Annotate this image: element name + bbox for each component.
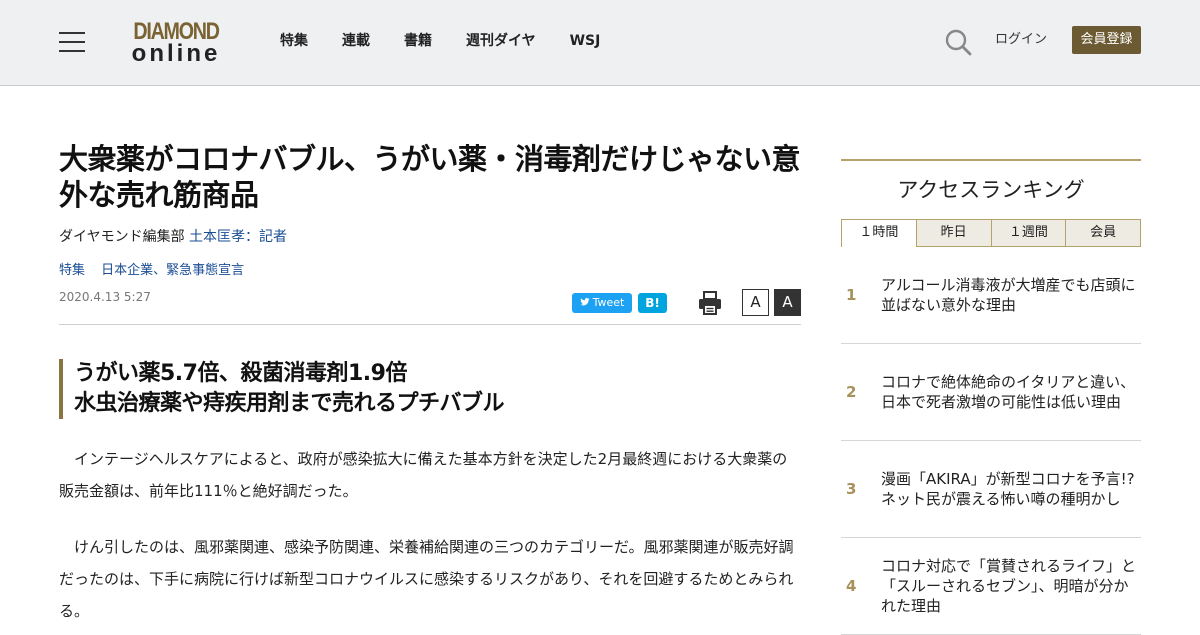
ranking-top-rule — [841, 159, 1141, 161]
menu-bar — [59, 50, 85, 52]
ranking-title: アクセスランキング — [897, 178, 1085, 202]
login-link[interactable]: ログイン — [995, 31, 1047, 49]
byline-org: ダイヤモンド編集部 — [59, 229, 185, 245]
nav-item-wsj[interactable]: WSJ — [570, 31, 601, 51]
logo-diamond: DIAMOND — [133, 18, 220, 45]
font-size-large-button[interactable]: A — [774, 289, 801, 316]
nav-item-tokushu[interactable]: 特集 — [280, 31, 308, 51]
article-paragraph: けん引したのは、風邪薬関連、感染予防関連、栄養補給関連の三つのカテゴリーだ。風邪… — [59, 538, 794, 620]
ranking-number: 4 — [846, 577, 857, 595]
main-nav: 特集 連載 書籍 週刊ダイヤ WSJ — [280, 31, 634, 51]
site-header: DIAMOND online 特集 連載 書籍 週刊ダイヤ WSJ ログイン 会… — [0, 0, 1200, 86]
article-tags: 特集 日本企業、緊急事態宣言 — [59, 262, 244, 280]
tab-1-week[interactable]: １週間 — [991, 219, 1067, 247]
ranking-item[interactable]: 1 アルコール消毒液が大増産でも店頭に並ばない意外な理由 — [841, 247, 1141, 344]
nav-item-shoseki[interactable]: 書籍 — [404, 31, 432, 51]
byline: ダイヤモンド編集部 土本匡孝：記者 — [59, 227, 287, 247]
ranking-item[interactable]: 2 コロナで絶体絶命のイタリアと違い、日本で死者激増の可能性は低い理由 — [841, 344, 1141, 441]
hamburger-menu-icon[interactable] — [59, 31, 85, 53]
publish-date: 2020.4.13 5:27 — [59, 290, 151, 304]
tweet-button[interactable]: Tweet — [572, 293, 632, 313]
ranking-item[interactable]: 3 漫画「AKIRA」が新型コロナを予言!?ネット民が震える怖い噂の種明かし — [841, 441, 1141, 538]
menu-bar — [59, 41, 85, 43]
register-button[interactable]: 会員登録 — [1072, 26, 1141, 54]
tab-1-hour[interactable]: １時間 — [841, 219, 917, 247]
ranking-headline: コロナ対応で「賞賛されるライフ」と「スルーされるセブン」、明暗が分かれた理由 — [881, 557, 1137, 615]
search-icon[interactable] — [944, 28, 972, 56]
ranking-number: 3 — [846, 480, 857, 498]
hatena-bookmark-button[interactable]: B! — [638, 293, 667, 313]
tag-link[interactable]: 特集 — [59, 263, 85, 278]
ranking-headline: アルコール消毒液が大増産でも店頭に並ばない意外な理由 — [881, 276, 1136, 314]
nav-item-rensai[interactable]: 連載 — [342, 31, 370, 51]
divider — [59, 324, 801, 325]
ranking-tabs: １時間 昨日 １週間 会員 — [841, 219, 1141, 247]
article-subhead: うがい薬5.7倍、殺菌消毒剤1.9倍 水虫治療薬や痔疾用剤まで売れるプチバブル — [59, 359, 801, 419]
ranking-number: 2 — [846, 383, 857, 401]
byline-author-link[interactable]: 土本匡孝：記者 — [189, 229, 287, 245]
ranking-headline: 漫画「AKIRA」が新型コロナを予言!?ネット民が震える怖い噂の種明かし — [881, 470, 1135, 508]
tag-link[interactable]: 日本企業、緊急事態宣言 — [101, 263, 244, 278]
ranking-number: 1 — [846, 286, 857, 304]
twitter-bird-icon — [580, 298, 590, 306]
nav-item-weekly-diamond[interactable]: 週刊ダイヤ — [466, 31, 536, 51]
article-paragraph: インテージヘルスケアによると、政府が感染拡大に備えた基本方針を決定した2月最終週… — [59, 450, 788, 500]
subhead-line-2: 水虫治療薬や痔疾用剤まで売れるプチバブル — [74, 391, 505, 416]
article-title: 大衆薬がコロナバブル、うがい薬・消毒剤だけじゃない意外な売れ筋商品 — [59, 142, 801, 212]
subhead-line-1: うがい薬5.7倍、殺菌消毒剤1.9倍 — [74, 361, 407, 386]
tweet-label: Tweet — [592, 296, 625, 309]
logo-online: online — [131, 40, 221, 67]
printer-icon[interactable] — [698, 290, 722, 316]
tab-yesterday[interactable]: 昨日 — [916, 219, 992, 247]
tab-members[interactable]: 会員 — [1066, 219, 1141, 247]
ranking-item[interactable]: 4 コロナ対応で「賞賛されるライフ」と「スルーされるセブン」、明暗が分かれた理由 — [841, 538, 1141, 635]
ranking-headline: コロナで絶体絶命のイタリアと違い、日本で死者激増の可能性は低い理由 — [881, 373, 1136, 411]
menu-bar — [59, 32, 85, 34]
font-size-small-button[interactable]: A — [742, 289, 769, 316]
ranking-list: 1 アルコール消毒液が大増産でも店頭に並ばない意外な理由 2 コロナで絶体絶命の… — [841, 247, 1141, 635]
site-logo[interactable]: DIAMOND online — [124, 20, 228, 66]
